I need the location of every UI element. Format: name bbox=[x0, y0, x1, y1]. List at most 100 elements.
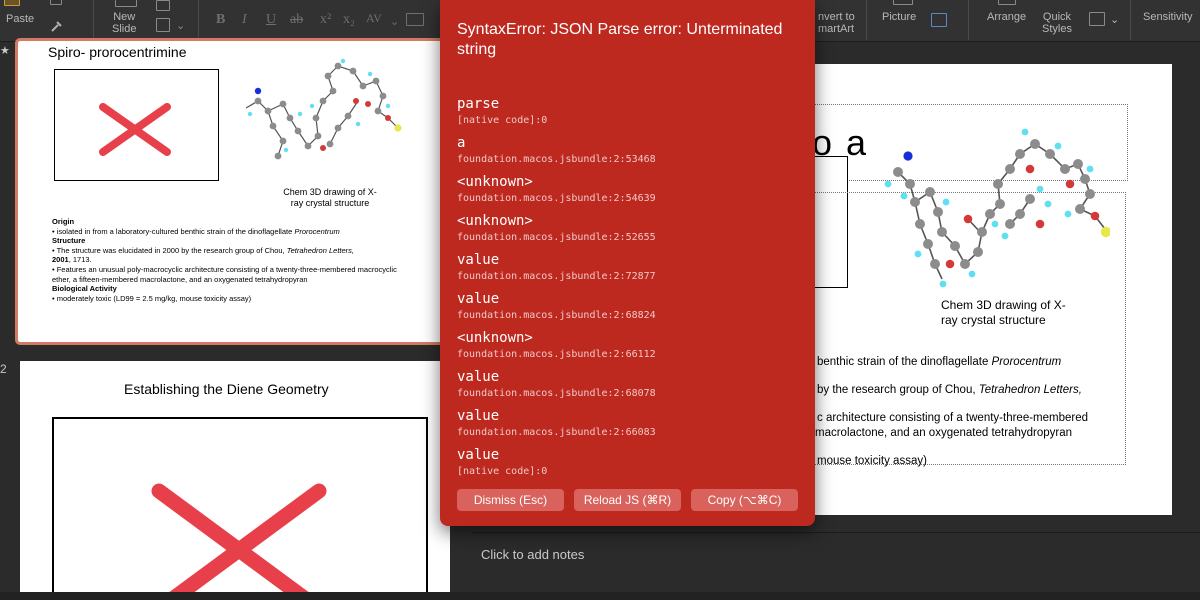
subscript-button[interactable]: x₂ bbox=[343, 12, 355, 28]
molecule-drawing bbox=[884, 128, 1110, 288]
stack-frame-location: foundation.macos.jsbundle:2:52655 bbox=[457, 232, 656, 243]
quick-styles-button[interactable]: Quick Styles bbox=[1042, 11, 1072, 35]
body-heading: Biological Activity bbox=[52, 284, 117, 294]
section-chevron-icon[interactable]: ⌄ bbox=[176, 20, 185, 32]
main-slide-canvas[interactable]: o a Chem 3D drawing of X- ray crystal st… bbox=[814, 64, 1172, 515]
body-bullet: • The structure was elucidated in 2000 b… bbox=[52, 245, 354, 265]
picture-button[interactable]: Picture bbox=[882, 11, 916, 23]
ribbon-separator bbox=[968, 0, 969, 40]
image-caption: ray crystal structure bbox=[941, 313, 1046, 327]
character-spacing-button[interactable]: AV bbox=[366, 11, 382, 26]
stack-frame-location: [native code]:0 bbox=[457, 466, 548, 477]
section-icon[interactable] bbox=[156, 18, 170, 32]
paste-button[interactable]: Paste bbox=[6, 13, 34, 25]
spacing-chevron-icon[interactable]: ⌄ bbox=[390, 16, 399, 28]
slide-star-marker: ★ bbox=[0, 45, 10, 57]
stack-frame-location: foundation.macos.jsbundle:2:72877 bbox=[457, 271, 656, 282]
body-bullet: • Features an unusual poly-macrocyclic a… bbox=[52, 264, 397, 284]
stack-frame-location: foundation.macos.jsbundle:2:66083 bbox=[457, 427, 656, 438]
missing-image-x-icon bbox=[99, 103, 171, 156]
image-caption: Chem 3D drawing of X- ray crystal struct… bbox=[283, 187, 377, 208]
stack-frame-function: value bbox=[457, 447, 500, 463]
body-bullet: • isolated in from a laboratory-cultured… bbox=[52, 226, 340, 236]
stack-frame: value foundation.macos.jsbundle:2:68078 bbox=[457, 369, 656, 400]
notes-placeholder[interactable]: Click to add notes bbox=[481, 547, 584, 562]
convert-to-smartart-button[interactable]: nvert to martArt bbox=[818, 11, 855, 35]
cut-icon[interactable] bbox=[50, 0, 62, 5]
stack-frame: <unknown> foundation.macos.jsbundle:2:54… bbox=[457, 174, 656, 205]
stack-frame: value foundation.macos.jsbundle:2:68824 bbox=[457, 291, 656, 322]
body-heading: Origin bbox=[52, 217, 75, 226]
new-slide-button[interactable]: New Slide bbox=[112, 11, 136, 35]
slide-body-text: Origin • isolated in from a laboratory-c… bbox=[52, 217, 402, 303]
error-dialog: SyntaxError: JSON Parse error: Untermina… bbox=[440, 0, 815, 526]
stack-frame: <unknown> foundation.macos.jsbundle:2:52… bbox=[457, 213, 656, 244]
stack-frame: parse [native code]:0 bbox=[457, 96, 547, 127]
ribbon-separator bbox=[93, 0, 94, 40]
powerpoint-window: Paste New Slide ⌄ B I U ab x² x₂ AV ⌄ nv… bbox=[0, 0, 1200, 600]
body-line: by the research group of Chou, Tetrahedr… bbox=[817, 384, 1082, 396]
image-caption: Chem 3D drawing of X- bbox=[941, 298, 1066, 312]
ribbon-separator bbox=[866, 0, 867, 40]
slide-thumbnail-1[interactable]: Spiro- prorocentrimine Chem 3D drawing o… bbox=[15, 38, 453, 345]
stack-frame: value foundation.macos.jsbundle:2:72877 bbox=[457, 252, 656, 283]
stack-frame-location: foundation.macos.jsbundle:2:68078 bbox=[457, 388, 656, 399]
stack-frame: value [native code]:0 bbox=[457, 447, 547, 478]
stack-frame-function: value bbox=[457, 369, 500, 385]
slide-thumbnail-2[interactable]: Establishing the Diene Geometry bbox=[20, 361, 450, 592]
image-placeholder bbox=[52, 417, 428, 592]
stack-frame: value foundation.macos.jsbundle:2:66083 bbox=[457, 408, 656, 439]
layout-icon[interactable] bbox=[156, 0, 170, 11]
status-bar bbox=[0, 592, 1200, 600]
stack-frame-function: a bbox=[457, 135, 466, 151]
reload-js-button[interactable]: Reload JS (⌘R) bbox=[574, 489, 681, 511]
stack-frame-function: value bbox=[457, 408, 500, 424]
outline-chevron-icon[interactable]: ⌄ bbox=[1110, 14, 1119, 26]
stack-frame-function: value bbox=[457, 291, 500, 307]
font-color-icon[interactable] bbox=[406, 13, 424, 26]
paste-icon[interactable] bbox=[4, 0, 20, 6]
picture-icon[interactable] bbox=[893, 0, 913, 5]
image-placeholder bbox=[54, 69, 219, 181]
stack-frame-location: foundation.macos.jsbundle:2:53468 bbox=[457, 154, 656, 165]
slide-number: 2 bbox=[0, 362, 7, 376]
ribbon-separator bbox=[1130, 0, 1131, 40]
stack-frame-location: foundation.macos.jsbundle:2:66112 bbox=[457, 349, 656, 360]
body-line: mouse toxicity assay) bbox=[817, 455, 927, 467]
stack-frame-location: foundation.macos.jsbundle:2:54639 bbox=[457, 193, 656, 204]
italic-button[interactable]: I bbox=[242, 12, 247, 28]
stack-frame-function: <unknown> bbox=[457, 174, 533, 190]
notes-pane[interactable]: Click to add notes bbox=[472, 532, 1200, 592]
slide-title: Establishing the Diene Geometry bbox=[124, 381, 329, 397]
body-line: benthic strain of the dinoflagellate Pro… bbox=[817, 356, 1062, 368]
bold-button[interactable]: B bbox=[216, 12, 225, 28]
body-line: c architecture consisting of a twenty-th… bbox=[817, 412, 1089, 424]
sensitivity-button[interactable]: Sensitivity bbox=[1143, 11, 1193, 23]
dismiss-button[interactable]: Dismiss (Esc) bbox=[457, 489, 564, 511]
ribbon-separator bbox=[198, 0, 199, 40]
slide-title: Spiro- prorocentrimine bbox=[48, 44, 187, 60]
format-painter-icon[interactable] bbox=[50, 20, 63, 33]
underline-button[interactable]: U bbox=[266, 12, 276, 28]
body-bullet: • moderately toxic (LD99 = 2.5 mg/kg, mo… bbox=[52, 293, 252, 303]
stack-frame-function: <unknown> bbox=[457, 330, 533, 346]
copy-button[interactable]: Copy (⌥⌘C) bbox=[691, 489, 798, 511]
stack-frame-function: value bbox=[457, 252, 500, 268]
arrange-button[interactable]: Arrange bbox=[987, 11, 1026, 23]
error-title: SyntaxError: JSON Parse error: Untermina… bbox=[457, 21, 783, 58]
stack-frame-function: <unknown> bbox=[457, 213, 533, 229]
body-heading: Structure bbox=[52, 236, 86, 246]
superscript-button[interactable]: x² bbox=[320, 12, 331, 28]
stack-frame: <unknown> foundation.macos.jsbundle:2:66… bbox=[457, 330, 656, 361]
missing-image-x-icon bbox=[151, 483, 327, 592]
stack-frame-location: foundation.macos.jsbundle:2:68824 bbox=[457, 310, 656, 321]
body-line: macrolactone, and an oxygenated tetrahyd… bbox=[815, 427, 1072, 439]
stack-frame-location: [native code]:0 bbox=[457, 115, 548, 126]
stack-frame: a foundation.macos.jsbundle:2:53468 bbox=[457, 135, 656, 166]
strikethrough-button[interactable]: ab bbox=[290, 12, 303, 28]
shape-outline-icon[interactable] bbox=[1089, 12, 1105, 26]
textbox-icon[interactable] bbox=[931, 13, 947, 27]
stack-frame-function: parse bbox=[457, 96, 500, 112]
new-slide-icon[interactable] bbox=[115, 0, 137, 7]
arrange-icon[interactable] bbox=[998, 0, 1016, 5]
